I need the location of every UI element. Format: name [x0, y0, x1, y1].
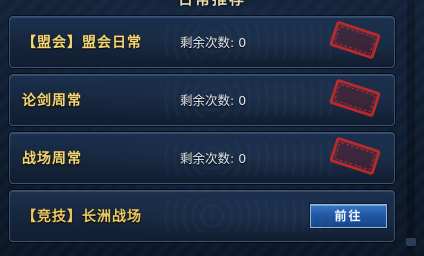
remaining-count: 剩余次数: 0: [180, 75, 246, 127]
panel-title: 日常推荐: [0, 0, 424, 8]
remaining-count-value: 0: [238, 151, 247, 166]
remaining-count: 剩余次数: 0: [180, 17, 246, 69]
activity-title: 战场周常: [22, 151, 82, 167]
activity-card-alliance-daily: 【盟会】盟会日常 剩余次数: 0: [9, 16, 395, 68]
completed-stamp-icon: [329, 136, 381, 176]
remaining-count-label: 剩余次数:: [180, 35, 235, 50]
scrollbar-bottom-cap: [406, 238, 416, 246]
daily-recommend-panel: 日常推荐 【盟会】盟会日常 剩余次数:0 论剑周常 剩余次数:0 战场周常 剩余…: [0, 0, 424, 256]
activity-title: 论剑周常: [22, 93, 82, 109]
activity-card-battlefield-weekly: 战场周常 剩余次数: 0: [9, 132, 395, 184]
remaining-count-label: 剩余次数:: [180, 93, 235, 108]
remaining-count-value: 0: [238, 93, 247, 108]
activity-title: 【盟会】盟会日常: [22, 35, 142, 51]
remaining-count-label: 剩余次数:: [180, 151, 235, 166]
completed-stamp-icon: [329, 78, 381, 118]
scrollbar-track[interactable]: [407, 0, 415, 256]
remaining-count-value: 0: [238, 35, 247, 50]
activity-title: 【竞技】长洲战场: [22, 209, 142, 225]
activity-card-changzhou-battlefield: 【竞技】长洲战场 前往: [9, 190, 395, 242]
completed-stamp-icon: [329, 20, 381, 60]
activity-card-sword-weekly: 论剑周常 剩余次数: 0: [9, 74, 395, 126]
remaining-count: 剩余次数: 0: [180, 133, 246, 185]
go-button[interactable]: 前往: [310, 204, 387, 228]
